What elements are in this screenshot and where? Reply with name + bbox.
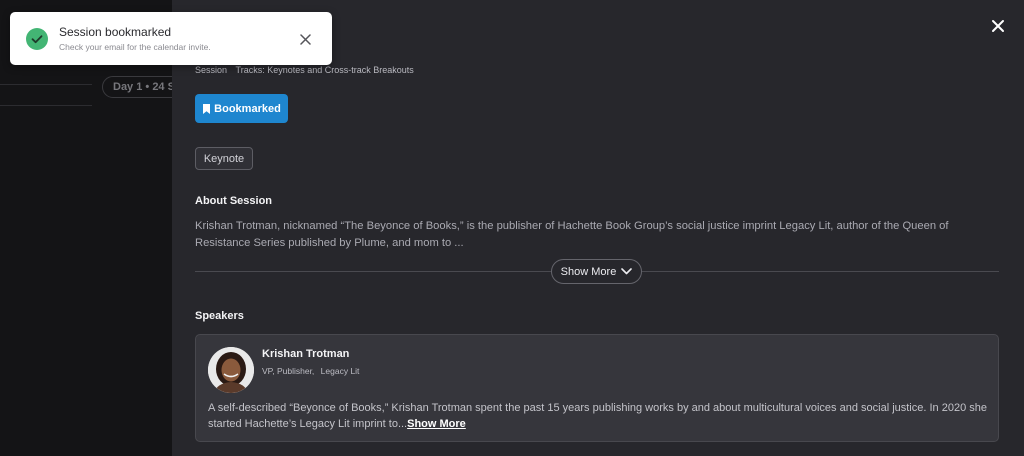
speaker-bio: A self-described “Beyonce of Books,” Kri…	[208, 400, 988, 432]
speakers-heading: Speakers	[195, 310, 244, 322]
background-page	[0, 0, 172, 456]
about-session-text: Krishan Trotman, nicknamed “The Beyonce …	[195, 220, 949, 249]
toast-close-button[interactable]	[300, 32, 311, 45]
speaker-bio-text: A self-described “Beyonce of Books,” Kri…	[208, 402, 987, 430]
check-icon	[31, 35, 43, 44]
background-divider	[0, 105, 92, 106]
background-divider	[0, 84, 92, 85]
session-detail-panel: Session Tracks: Keynotes and Cross-track…	[172, 0, 1024, 456]
session-type: Session	[195, 65, 228, 75]
about-session-heading: About Session	[195, 195, 273, 207]
toast-subtitle: Check your email for the calendar invite…	[59, 42, 211, 52]
speaker-photo	[208, 347, 254, 393]
speaker-title: VP, Publisher,	[262, 366, 315, 376]
session-meta: Session Tracks: Keynotes and Cross-track…	[195, 65, 414, 75]
success-badge	[26, 28, 48, 50]
show-more-button[interactable]: Show More	[551, 259, 642, 284]
speaker-show-more-link[interactable]: Show More	[407, 418, 466, 430]
speaker-name[interactable]: Krishan Trotman	[262, 348, 349, 360]
close-panel-button[interactable]	[990, 18, 1006, 34]
toast-title: Session bookmarked	[59, 25, 172, 39]
speaker-role: VP, Publisher, Legacy Lit	[262, 366, 359, 376]
chevron-down-icon	[621, 268, 633, 275]
close-icon	[300, 34, 311, 45]
bookmark-button-label: Bookmarked	[214, 102, 281, 115]
close-icon	[992, 20, 1004, 32]
bookmark-button[interactable]: Bookmarked	[195, 94, 288, 123]
speaker-organization: Legacy Lit	[320, 366, 360, 376]
speaker-card: Krishan Trotman VP, Publisher, Legacy Li…	[195, 334, 999, 442]
session-tag: Keynote	[195, 147, 253, 170]
session-tracks: Tracks: Keynotes and Cross-track Breakou…	[235, 65, 414, 75]
bookmark-icon	[203, 103, 211, 114]
show-more-label: Show More	[560, 265, 617, 278]
speaker-avatar[interactable]	[208, 347, 254, 393]
toast-notification: Session bookmarked Check your email for …	[10, 12, 332, 65]
